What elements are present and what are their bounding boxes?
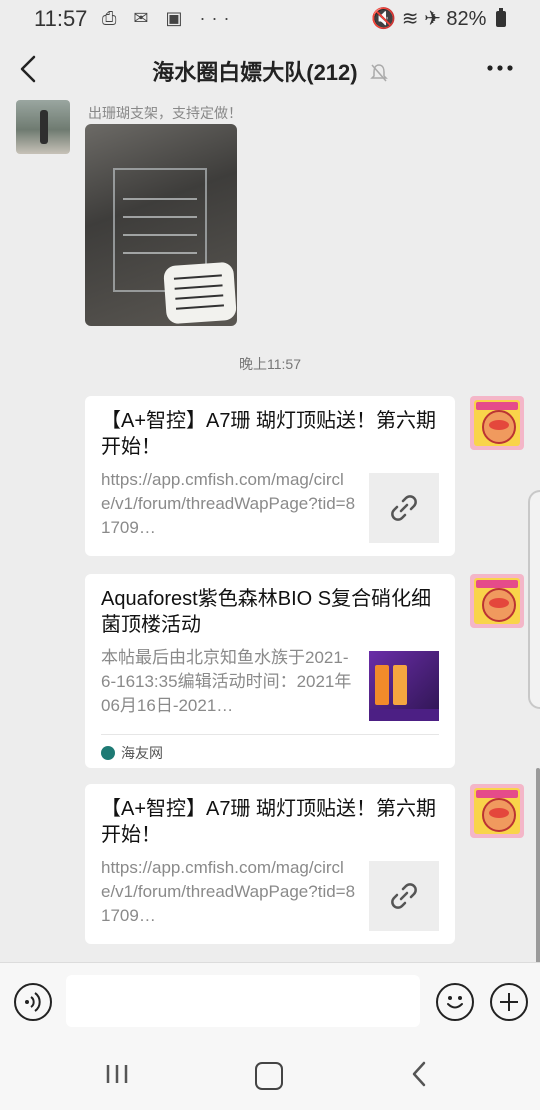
voice-button[interactable]	[14, 983, 52, 1021]
article-thumbnail	[369, 651, 439, 721]
time-separator: 晚上11:57	[239, 356, 301, 372]
my-avatar[interactable]	[470, 574, 524, 628]
scrollbar-handle[interactable]	[528, 490, 540, 709]
more-dots-icon	[487, 65, 513, 71]
emoji-icon	[447, 996, 463, 1009]
link-icon	[391, 495, 417, 521]
link-card-message[interactable]: 【A+智控】A7珊 瑚灯顶贴送！第六期开始！ https://app.cmfis…	[85, 396, 455, 556]
input-bar	[0, 962, 540, 1039]
image-message[interactable]	[85, 124, 237, 326]
nav-back-button[interactable]	[408, 1060, 430, 1088]
article-card-title: Aquaforest紫色森林BIO S复合硝化细菌顶楼活动	[101, 588, 432, 636]
chat-title-wrap: 海水圈白嫖大队(212)	[0, 55, 540, 87]
article-card-message[interactable]: Aquaforest紫色森林BIO S复合硝化细菌顶楼活动 本帖最后由北京知鱼水…	[85, 574, 455, 768]
sender-avatar[interactable]	[16, 100, 70, 154]
my-avatar[interactable]	[470, 396, 524, 450]
link-card-message[interactable]: 【A+智控】A7珊 瑚灯顶贴送！第六期开始！ https://app.cmfis…	[85, 784, 455, 944]
plus-icon	[500, 993, 518, 1011]
sender-name: 出珊瑚支架，支持定做！	[88, 105, 242, 121]
system-status-icons: 🔇 ≋ ✈	[371, 8, 441, 30]
more-functions-button[interactable]	[490, 983, 528, 1021]
status-bar: 11:57 ⎙ ✉ ▣ ··· 🔇 ≋ ✈ 82%	[0, 0, 540, 38]
message-input[interactable]	[66, 975, 420, 1027]
link-thumbnail	[369, 473, 439, 543]
chat-message-list[interactable]: 出珊瑚支架，支持定做！ 晚上11:57 【A+智控】A7珊 瑚灯顶贴送！第六期开…	[0, 100, 540, 962]
voice-icon	[25, 992, 41, 1012]
bell-off-icon	[369, 64, 388, 82]
link-card-desc: https://app.cmfish.com/mag/circle/v1/for…	[101, 470, 356, 537]
chat-header: 海水圈白嫖大队(212)	[0, 38, 540, 100]
link-card-title: 【A+智控】A7珊 瑚灯顶贴送！第六期开始！	[101, 410, 437, 458]
recent-apps-button[interactable]	[104, 1063, 130, 1085]
source-logo-icon	[101, 746, 115, 760]
article-source-label: 海友网	[121, 745, 163, 761]
system-nav-bar	[0, 1038, 540, 1110]
battery-percentage: 82%	[446, 8, 487, 30]
status-time: 11:57	[34, 6, 88, 31]
battery-icon	[496, 8, 506, 27]
notification-icons: ⎙ ✉ ▣ ···	[102, 8, 236, 28]
link-card-title: 【A+智控】A7珊 瑚灯顶贴送！第六期开始！	[101, 798, 437, 846]
back-icon	[412, 1061, 426, 1087]
divider	[101, 734, 439, 735]
home-button[interactable]	[255, 1062, 283, 1090]
my-avatar[interactable]	[470, 784, 524, 838]
link-card-desc: https://app.cmfish.com/mag/circle/v1/for…	[101, 858, 356, 925]
article-card-desc: 本帖最后由北京知鱼水族于2021-6-1613:35编辑活动时间：2021年06…	[101, 648, 352, 715]
recent-apps-icon	[106, 1065, 128, 1083]
article-source: 海友网	[101, 743, 163, 763]
scrollbar[interactable]	[536, 768, 540, 968]
link-thumbnail	[369, 861, 439, 931]
emoji-button[interactable]	[436, 983, 474, 1021]
chat-title: 海水圈白嫖大队(212)	[152, 60, 358, 85]
more-button[interactable]	[486, 60, 514, 71]
system-icons: 🔇 ≋ ✈ 82%	[371, 6, 506, 31]
link-icon	[391, 883, 417, 909]
